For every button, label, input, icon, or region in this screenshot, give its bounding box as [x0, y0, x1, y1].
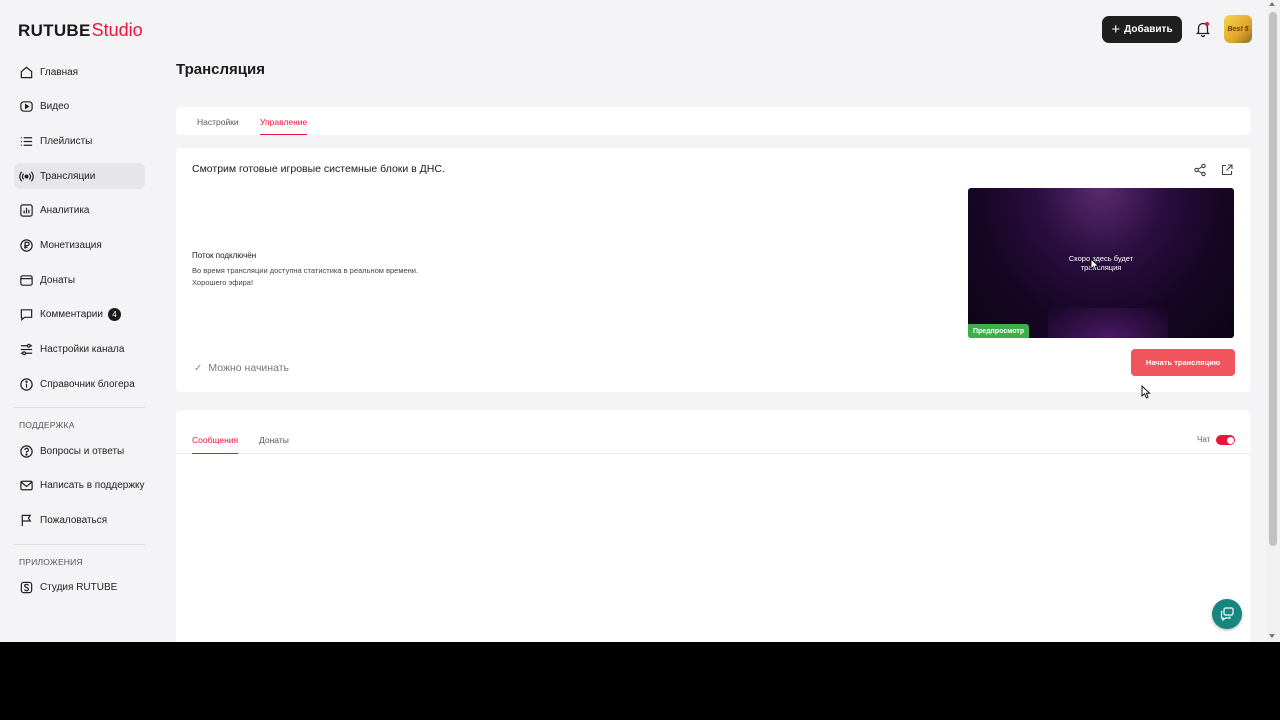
- sidebar-item-faq[interactable]: Вопросы и ответы: [14, 438, 145, 464]
- ruble-icon: [20, 239, 33, 252]
- tab-donates[interactable]: Донаты: [259, 435, 289, 454]
- sidebar-item-analytics[interactable]: Аналитика: [14, 198, 145, 224]
- settings-icon: [20, 343, 33, 356]
- sidebar-item-label: Главная: [40, 66, 79, 78]
- sidebar-divider: [14, 543, 145, 545]
- bell-icon[interactable]: [1194, 20, 1212, 38]
- share-icon[interactable]: [1193, 163, 1207, 177]
- sidebar-item-studio-app[interactable]: Студия RUTUBE: [14, 575, 145, 601]
- rutube-studio-logo[interactable]: RUTUBE Studio: [18, 20, 143, 42]
- scroll-up-arrow-icon[interactable]: [1269, 2, 1275, 6]
- sidebar-item-donates[interactable]: Донаты: [14, 267, 145, 293]
- check-icon: ✓: [194, 362, 203, 374]
- home-icon: [20, 66, 33, 78]
- external-link-icon[interactable]: [1220, 163, 1234, 177]
- sidebar-item-write-support[interactable]: Написать в поддержку: [14, 473, 145, 499]
- scroll-thumb[interactable]: [1269, 12, 1277, 546]
- plus-icon: +: [1111, 21, 1121, 38]
- preview-placeholder-text: Скоро здесь будет трансляция: [968, 254, 1234, 272]
- sidebar-item-report[interactable]: Пожаловаться: [14, 508, 145, 534]
- sidebar-item-label: Написать в поддержку: [40, 480, 145, 492]
- tab-settings[interactable]: Настройки: [197, 117, 239, 135]
- chat-toggle-label: Чат: [1197, 435, 1211, 444]
- status-line-1: Во время трансляции доступна статистика …: [192, 266, 419, 275]
- donate-icon: [20, 274, 33, 286]
- flag-icon: [21, 514, 32, 527]
- sidebar-item-label: Плейлисты: [40, 135, 93, 147]
- sidebar-item-playlists[interactable]: Плейлисты: [14, 128, 145, 154]
- sidebar-item-label: Монетизация: [40, 239, 102, 251]
- add-button-label: Добавить: [1124, 24, 1173, 35]
- avatar[interactable]: Best 5: [1224, 15, 1252, 43]
- scroll-down-arrow-icon[interactable]: [1269, 634, 1275, 638]
- chat-tabs: Сообщения Донаты Чат: [176, 410, 1250, 454]
- tab-messages[interactable]: Сообщения: [192, 435, 239, 454]
- start-broadcast-button[interactable]: Начать трансляцию: [1131, 349, 1235, 376]
- sidebar-item-label: Видео: [40, 101, 70, 113]
- logo-main: RUTUBE: [18, 21, 91, 40]
- stream-status: Поток подключён Во время трансляции дост…: [192, 251, 418, 289]
- sidebar-divider: [14, 407, 145, 409]
- info-icon: [20, 377, 33, 391]
- status-line-2: Хорошего эфира!: [192, 278, 254, 287]
- sidebar-item-broadcasts[interactable]: Трансляции: [14, 163, 145, 190]
- question-icon: [20, 444, 33, 458]
- preview-text-line-2: трансляция: [1080, 263, 1122, 272]
- broadcast-tabs: Настройки Управление: [176, 107, 1250, 135]
- sidebar-item-channel-settings[interactable]: Настройки канала: [14, 337, 145, 363]
- sidebar: RUTUBE Studio Главная Видео Плейлисты Тр…: [0, 0, 160, 642]
- mouse-cursor-icon: [1141, 385, 1151, 399]
- sidebar-item-monetization[interactable]: Монетизация: [14, 232, 145, 258]
- analytics-icon: [20, 204, 33, 217]
- preview-text-line-1: Скоро здесь будет: [1068, 254, 1134, 263]
- page-title: Трансляция: [176, 61, 265, 78]
- app-viewport: RUTUBE Studio Главная Видео Плейлисты Тр…: [0, 0, 1280, 642]
- stream-title: Смотрим готовые игровые системные блоки …: [192, 163, 445, 175]
- avatar-text: Best 5: [1227, 25, 1249, 33]
- broadcast-icon: [19, 170, 34, 182]
- apps-section-title: ПРИЛОЖЕНИЯ: [19, 556, 83, 567]
- sidebar-item-label: Студия RUTUBE: [40, 582, 118, 594]
- sidebar-item-label: Трансляции: [40, 170, 96, 182]
- sidebar-item-label: Аналитика: [40, 205, 90, 217]
- logo-sub: Studio: [91, 20, 143, 40]
- stream-preview[interactable]: Скоро здесь будет трансляция Предпросмот…: [968, 188, 1234, 338]
- status-title: Поток подключён: [192, 251, 257, 260]
- sidebar-item-blogger-guide[interactable]: Справочник блогера: [14, 371, 145, 397]
- sidebar-item-video[interactable]: Видео: [14, 94, 145, 120]
- sidebar-item-label: Донаты: [40, 274, 76, 286]
- chat-card: Сообщения Донаты Чат: [176, 410, 1250, 642]
- sidebar-nav: Главная Видео Плейлисты Трансляции Анали…: [14, 59, 145, 609]
- video-icon: [20, 101, 33, 112]
- sidebar-item-label: Справочник блогера: [40, 378, 135, 390]
- sidebar-item-label: Вопросы и ответы: [40, 445, 125, 457]
- support-section-title: ПОДДЕРЖКА: [19, 420, 75, 431]
- help-chat-button[interactable]: [1212, 599, 1242, 629]
- sidebar-item-label: Комментарии: [40, 309, 103, 321]
- ready-indicator: ✓ Можно начинать: [194, 362, 289, 374]
- text-cursor-icon: [1090, 258, 1100, 272]
- sidebar-item-home[interactable]: Главная: [14, 59, 145, 85]
- chat-toggle[interactable]: [1216, 435, 1235, 445]
- tab-management[interactable]: Управление: [260, 117, 308, 135]
- stream-control-card: Смотрим готовые игровые системные блоки …: [176, 148, 1250, 392]
- sidebar-item-label: Настройки канала: [40, 344, 125, 355]
- add-button[interactable]: + Добавить: [1102, 16, 1182, 43]
- mail-icon: [20, 481, 33, 491]
- page-scrollbar[interactable]: [1266, 0, 1280, 642]
- playlist-icon: [20, 137, 33, 146]
- ready-label: Можно начинать: [208, 362, 289, 374]
- sidebar-item-label: Пожаловаться: [40, 515, 108, 527]
- sidebar-item-comments[interactable]: Комментарии 4: [14, 302, 145, 328]
- support-chat-icon: [1220, 607, 1234, 622]
- studio-app-icon: [20, 581, 33, 594]
- preview-label: Предпросмотр: [968, 324, 1030, 338]
- comment-icon: [20, 309, 33, 322]
- comments-count-badge: 4: [107, 308, 121, 322]
